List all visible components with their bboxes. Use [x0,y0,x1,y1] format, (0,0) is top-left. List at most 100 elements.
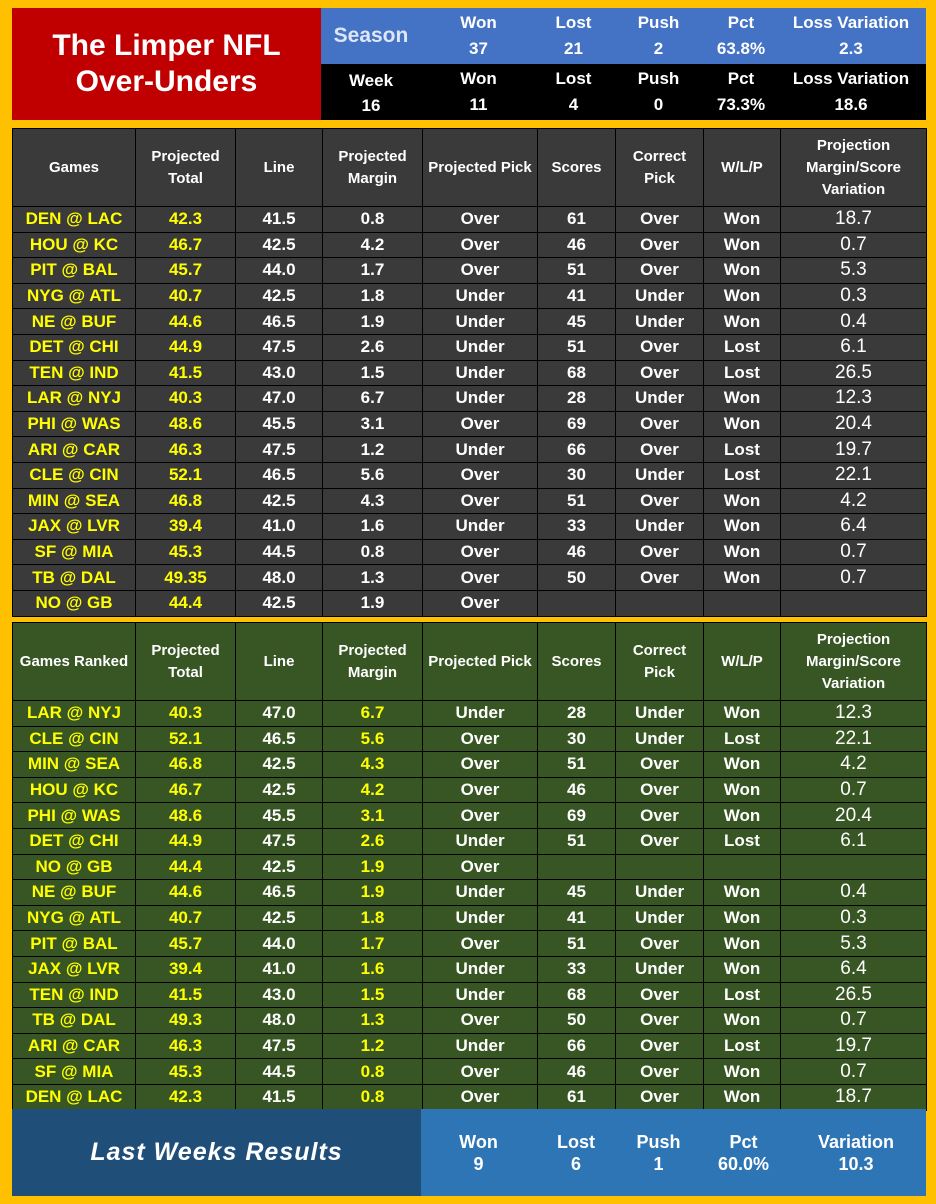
cell-line: 42.5 [235,589,323,617]
games-table: Games Projected Total Line Projected Margin… [12,128,927,617]
cell-result: Lost [703,359,781,387]
cell-game: NO @ GB [12,853,136,881]
cell-correct-pick: Over [615,564,704,591]
cell-game: LAR @ NYJ [12,700,136,727]
table-row: CLE @ CIN 52.1 46.5 5.6 Over 30 Under Lost 22.1 [12,461,927,489]
cell-variation: 0.7 [780,564,927,591]
cell-projected-pick: Under [422,700,538,727]
cell-projected-margin: 1.8 [322,904,423,932]
cell-score: 66 [537,436,616,463]
cell-projected-margin: 1.7 [322,257,423,284]
table-row: TEN @ IND 41.5 43.0 1.5 Under 68 Over Lost 26.5 [12,359,927,387]
cell-score: 46 [537,231,616,259]
table-row: NE @ BUF 44.6 46.5 1.9 Under 45 Under Won 0.4 [12,879,927,906]
cell-projected-pick: Over [422,564,538,591]
cell-variation: 22.1 [780,461,927,489]
cell-projected-margin: 1.9 [322,308,423,335]
cell-projected-margin: 2.6 [322,333,423,361]
cell-score: 46 [537,538,616,566]
cell-projected-total: 42.3 [135,206,236,233]
cell-projected-margin: 1.3 [322,564,423,591]
cell-projected-pick: Over [422,853,538,881]
cell-projected-margin: 1.2 [322,436,423,463]
cell-variation: 12.3 [780,700,927,727]
cell-projected-total: 46.3 [135,1032,236,1060]
table-row: LAR @ NYJ 40.3 47.0 6.7 Under 28 Under Won 12.3 [12,700,927,727]
cell-score: 28 [537,700,616,727]
cell-score: 51 [537,930,616,957]
header-projected-margin: Projected Margin [322,622,423,701]
cell-projected-margin: 0.8 [322,1083,423,1111]
cell-game: NYG @ ATL [12,282,136,310]
cell-result: Lost [703,827,781,855]
table-row: SF @ MIA 45.3 44.5 0.8 Over 46 Over Won 0.7 [12,538,927,566]
cell-projected-pick: Over [422,257,538,284]
header-correct-pick: Correct Pick [615,622,704,701]
cell-projected-margin: 6.7 [322,385,423,412]
cell-score: 69 [537,802,616,829]
cell-variation: 18.7 [780,206,927,233]
header-projected-pick: Projected Pick [422,622,538,701]
cell-game: TB @ DAL [12,1007,136,1034]
cell-correct-pick [615,589,704,617]
header-game: Games [12,128,136,207]
cell-line: 46.5 [235,879,323,906]
cell-line: 42.5 [235,231,323,259]
cell-result: Won [703,955,781,983]
cell-result: Won [703,308,781,335]
cell-correct-pick: Under [615,282,704,310]
header-result: W/L/P [703,622,781,701]
cell-projected-total: 40.7 [135,282,236,310]
cell-score: 41 [537,282,616,310]
week-lost-label: Lost [555,69,592,88]
cell-game: SF @ MIA [12,538,136,566]
cell-projected-margin: 1.9 [322,853,423,881]
cell-projected-total: 44.6 [135,879,236,906]
cell-variation: 19.7 [780,1032,927,1060]
cell-line: 46.5 [235,725,323,753]
cell-variation: 6.4 [780,513,927,540]
cell-projected-pick: Under [422,879,538,906]
cell-result: Lost [703,461,781,489]
cell-projected-pick: Over [422,725,538,753]
cell-projected-margin: 1.2 [322,1032,423,1060]
cell-projected-margin: 1.9 [322,589,423,617]
table-row: JAX @ LVR 39.4 41.0 1.6 Under 33 Under Won 6.4 [12,513,927,540]
footer-lost-value: 6 [570,1153,581,1174]
season-lv-value: 2.3 [839,39,863,58]
cell-projected-total: 48.6 [135,410,236,438]
cell-projected-margin: 0.8 [322,1058,423,1085]
cell-correct-pick: Over [615,436,704,463]
cell-projected-total: 44.6 [135,308,236,335]
cell-projected-total: 52.1 [135,725,236,753]
cell-result: Won [703,930,781,957]
table-row: LAR @ NYJ 40.3 47.0 6.7 Under 28 Under Won 12.3 [12,385,927,412]
cell-line: 42.5 [235,776,323,804]
cell-line: 45.5 [235,410,323,438]
table-row: DET @ CHI 44.9 47.5 2.6 Under 51 Over Lost 6.1 [12,827,927,855]
cell-projected-total: 45.3 [135,1058,236,1085]
table-row: NE @ BUF 44.6 46.5 1.9 Under 45 Under Won 0.4 [12,308,927,335]
cell-variation: 4.2 [780,487,927,515]
cell-game: DEN @ LAC [12,1083,136,1111]
cell-result: Won [703,257,781,284]
table-row: NO @ GB 44.4 42.5 1.9 Over [12,589,927,617]
cell-correct-pick: Over [615,981,704,1009]
cell-score: 28 [537,385,616,412]
cell-correct-pick: Over [615,1058,704,1085]
cell-projected-margin: 1.3 [322,1007,423,1034]
summary-header: The Limper NFL Over-Unders Season Won 37 … [12,8,926,120]
cell-line: 42.5 [235,751,323,778]
cell-projected-margin: 3.1 [322,802,423,829]
cell-line: 46.5 [235,308,323,335]
cell-projected-total: 45.7 [135,930,236,957]
season-lost: Lost 21 [536,8,611,64]
cell-projected-margin: 4.3 [322,751,423,778]
cell-variation [780,853,927,881]
cell-projected-margin: 2.6 [322,827,423,855]
cell-line: 46.5 [235,461,323,489]
season-row: Season Won 37 Lost 21 Push 2 Pct 63.8% Loss … [321,8,926,64]
table-row: MIN @ SEA 46.8 42.5 4.3 Over 51 Over Won 4.2 [12,487,927,515]
cell-correct-pick: Over [615,257,704,284]
cell-projected-pick: Over [422,802,538,829]
